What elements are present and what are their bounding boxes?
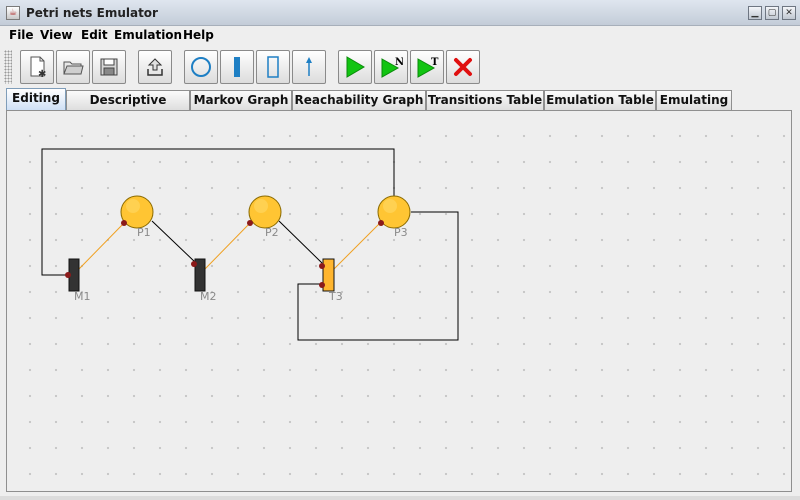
- window-bottom-edge: [0, 496, 800, 500]
- add-place-button[interactable]: [184, 50, 218, 84]
- run-to-time-icon: T: [417, 57, 439, 78]
- place-p3-label: P3: [394, 226, 408, 239]
- add-arc-button[interactable]: [292, 50, 326, 84]
- tab-bar: Editing Descriptive Tables Markov Graph …: [0, 88, 800, 126]
- close-window-icon[interactable]: ✕: [782, 6, 796, 20]
- menu-file[interactable]: File: [9, 28, 34, 42]
- run-n-letter: N: [395, 57, 403, 68]
- save-disk-icon: [100, 58, 118, 76]
- open-file-button[interactable]: [56, 50, 90, 84]
- tab-editing[interactable]: Editing: [6, 88, 66, 110]
- menu-view[interactable]: View: [40, 28, 72, 42]
- place-circle-icon: [191, 57, 211, 77]
- tab-transitions-table[interactable]: Transitions Table: [426, 90, 544, 110]
- place-p2[interactable]: [248, 195, 282, 229]
- petri-net-diagram: [41, 148, 459, 341]
- arc-end-marker: [65, 272, 71, 278]
- java-app-icon: ☕: [6, 6, 20, 20]
- arc-end-marker: [319, 282, 325, 288]
- menu-edit[interactable]: Edit: [81, 28, 108, 42]
- arc-end-marker: [378, 220, 384, 226]
- arc-end-marker: [121, 220, 127, 226]
- window-title: Petri nets Emulator: [26, 6, 158, 20]
- transition-m1-label: M1: [74, 290, 91, 303]
- new-file-icon: ✱: [30, 56, 46, 79]
- toolbar: ✱ N T: [0, 46, 800, 88]
- add-timed-transition-button[interactable]: [256, 50, 290, 84]
- title-bar: ☕ Petri nets Emulator ▁ ▢ ✕: [0, 0, 800, 26]
- maximize-icon[interactable]: ▢: [765, 6, 779, 20]
- arc-end-marker: [191, 261, 197, 267]
- tab-reachability-graph[interactable]: Reachability Graph: [292, 90, 426, 110]
- place-p1-label: P1: [137, 226, 151, 239]
- arc-end-marker: [247, 220, 253, 226]
- minimize-icon[interactable]: ▁: [748, 6, 762, 20]
- transition-t3-label: T3: [329, 290, 343, 303]
- arc-t3-to-p3[interactable]: [333, 221, 382, 270]
- svg-text:✱: ✱: [38, 69, 46, 79]
- run-n-steps-button[interactable]: N: [374, 50, 408, 84]
- arc-m1-to-p1[interactable]: [78, 221, 126, 270]
- stop-emulation-button[interactable]: [446, 50, 480, 84]
- stop-emulation-icon: [454, 58, 472, 76]
- tab-markov-graph[interactable]: Markov Graph: [190, 90, 292, 110]
- arc-arrow-icon: [306, 57, 312, 76]
- arc-p3-to-t3[interactable]: [297, 211, 459, 341]
- arc-end-marker: [319, 263, 325, 269]
- save-file-button[interactable]: [92, 50, 126, 84]
- run-t-letter: T: [431, 57, 439, 68]
- menu-help[interactable]: Help: [183, 28, 214, 42]
- new-file-button[interactable]: ✱: [20, 50, 54, 84]
- place-p2-label: P2: [265, 226, 279, 239]
- immediate-transition-icon: [234, 57, 240, 77]
- run-n-steps-icon: N: [381, 57, 403, 78]
- editing-canvas[interactable]: P1 P2 P3 M1 M2 T3: [6, 110, 792, 492]
- run-emulation-icon: [346, 56, 365, 78]
- menu-bar: File View Edit Emulation Help: [0, 26, 800, 46]
- tab-descriptive-tables[interactable]: Descriptive Tables: [66, 90, 190, 126]
- arc-m2-to-p2[interactable]: [204, 221, 252, 270]
- transition-m2-label: M2: [200, 290, 217, 303]
- add-immediate-transition-button[interactable]: [220, 50, 254, 84]
- arc-p2-to-t3[interactable]: [278, 220, 323, 264]
- tab-emulating[interactable]: Emulating: [656, 90, 732, 110]
- timed-transition-icon: [267, 56, 279, 78]
- open-folder-icon: [63, 61, 84, 75]
- export-button[interactable]: [138, 50, 172, 84]
- tab-emulation-table[interactable]: Emulation Table: [544, 90, 656, 110]
- arc-p1-to-m2[interactable]: [151, 220, 197, 264]
- toolbar-grip[interactable]: [4, 50, 12, 84]
- export-upload-icon: [147, 58, 163, 76]
- run-emulation-button[interactable]: [338, 50, 372, 84]
- menu-emulation[interactable]: Emulation: [114, 28, 182, 42]
- run-to-time-button[interactable]: T: [410, 50, 444, 84]
